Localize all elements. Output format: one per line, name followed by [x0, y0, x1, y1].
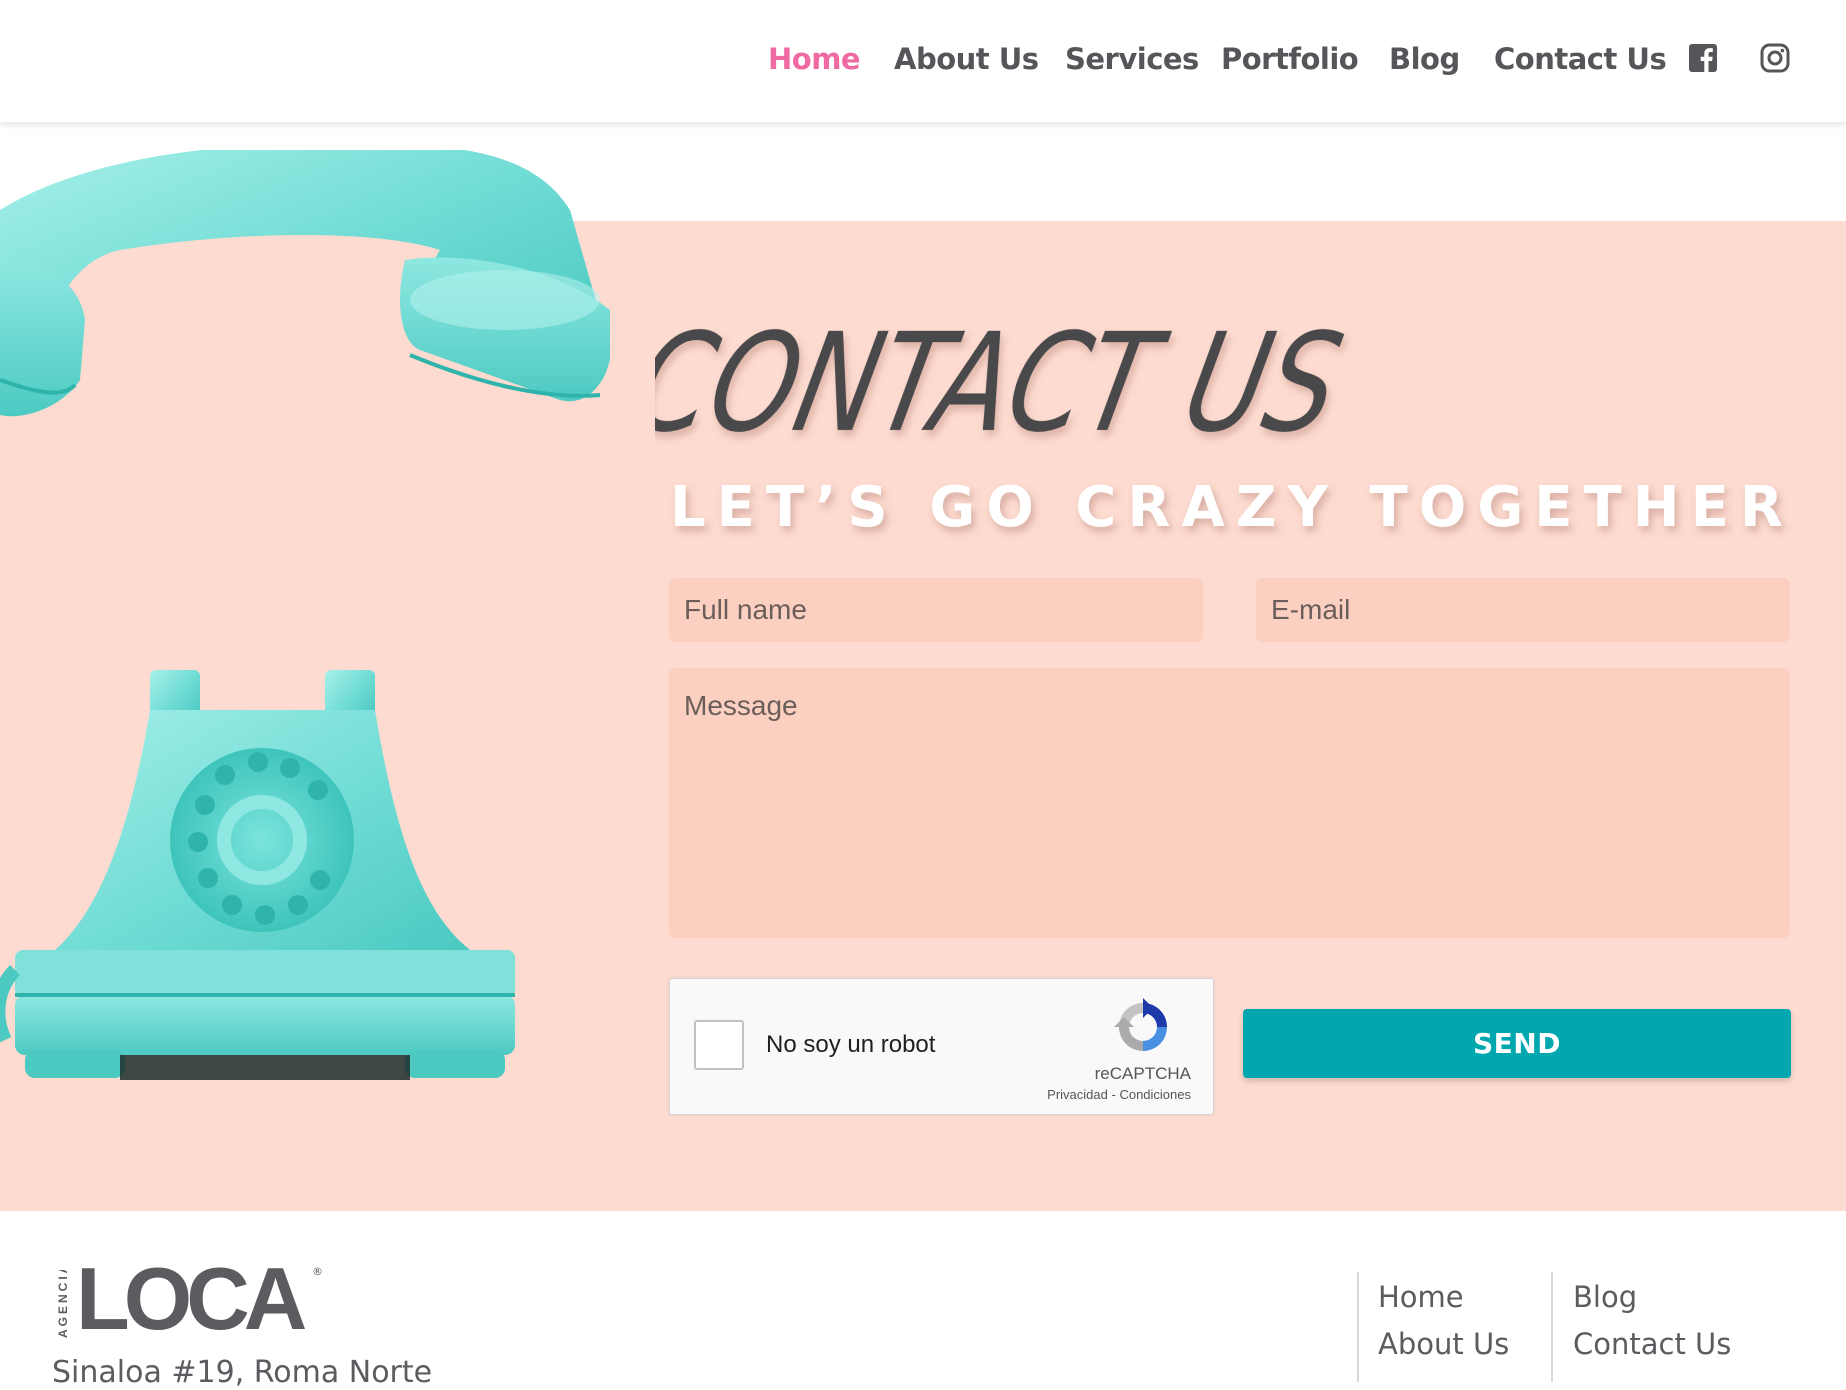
footer-divider	[1551, 1272, 1553, 1382]
fullname-input[interactable]	[669, 578, 1203, 642]
contact-us-title: CONTACT US	[655, 304, 1354, 462]
nav-portfolio[interactable]: Portfolio	[1221, 42, 1359, 76]
email-input[interactable]	[1256, 578, 1790, 642]
recaptcha-label: No soy un robot	[766, 1031, 936, 1058]
nav-home[interactable]: Home	[768, 42, 861, 76]
contact-us-heading: CONTACT US	[655, 304, 1354, 462]
telephone-illustration	[0, 150, 610, 1080]
nav-blog[interactable]: Blog	[1389, 42, 1460, 76]
nav-services[interactable]: Services	[1065, 42, 1199, 76]
instagram-icon[interactable]	[1760, 43, 1790, 73]
logo-agencia-text: AGENCIA	[56, 1270, 70, 1338]
footer-address: Sinaloa #19, Roma Norte	[52, 1355, 433, 1390]
recaptcha-brand: reCAPTCHA	[1094, 1064, 1191, 1083]
recaptcha-logo-icon	[1114, 998, 1167, 1051]
recaptcha-links: Privacidad - Condiciones	[1047, 1087, 1191, 1102]
footer-link-contact-us[interactable]: Contact Us	[1573, 1327, 1731, 1361]
footer-link-about-us[interactable]: About Us	[1378, 1327, 1509, 1361]
svg-text:AGENCIA: AGENCIA	[56, 1270, 70, 1338]
recaptcha-terms-link[interactable]: Condiciones	[1119, 1087, 1191, 1102]
hero-subtitle: LET’S GO CRAZY TOGETHER	[670, 475, 1794, 540]
recaptcha-separator: -	[1111, 1087, 1116, 1102]
nav-about-us[interactable]: About Us	[894, 42, 1039, 76]
nav-contact-us[interactable]: Contact Us	[1494, 42, 1667, 76]
footer-link-home[interactable]: Home	[1378, 1280, 1464, 1314]
recaptcha-widget: No soy un robot reCAPTCHA Privacidad - C…	[669, 978, 1214, 1115]
recaptcha-privacy-link[interactable]: Privacidad	[1047, 1087, 1108, 1102]
logo-registered-mark: ®	[312, 1265, 323, 1278]
logo-loca[interactable]: LOCA	[76, 1255, 307, 1343]
send-button[interactable]: SEND	[1243, 1009, 1791, 1078]
site-header: Home About Us Services Portfolio Blog Co…	[0, 0, 1846, 122]
recaptcha-checkbox[interactable]	[694, 1020, 744, 1070]
message-textarea[interactable]	[669, 668, 1790, 938]
facebook-icon[interactable]	[1688, 43, 1718, 73]
footer-link-blog[interactable]: Blog	[1573, 1280, 1637, 1314]
footer-divider	[1357, 1272, 1359, 1382]
